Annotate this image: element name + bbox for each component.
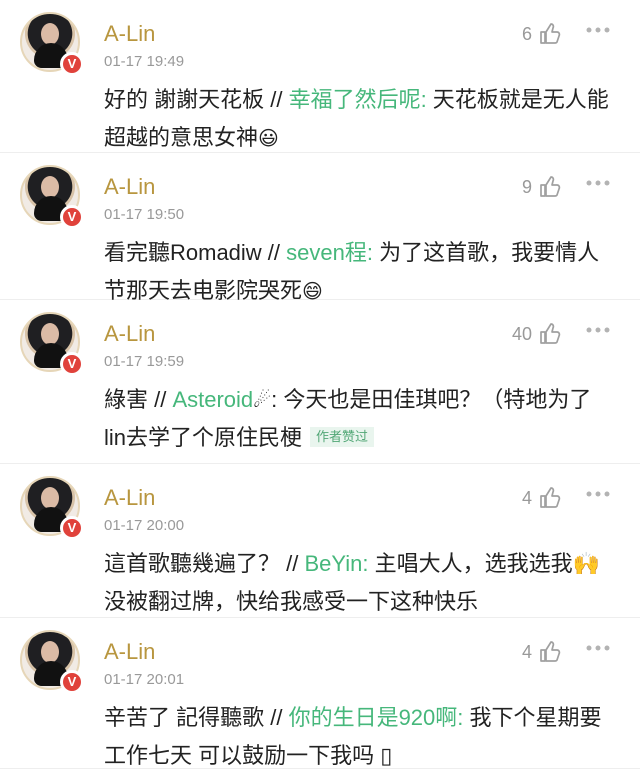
more-icon[interactable]: [584, 640, 612, 656]
comment-prefix: 綠害 //: [104, 387, 173, 412]
comment-item[interactable]: V A-Lin 01-17 20:00 4 這首歌聽幾遍了？ // BeYin:…: [0, 464, 640, 618]
username[interactable]: A-Lin: [104, 486, 155, 510]
avatar-face: [41, 176, 59, 198]
more-icon[interactable]: [584, 322, 612, 338]
username[interactable]: A-Lin: [104, 175, 155, 199]
thumbs-up-icon[interactable]: [538, 486, 562, 510]
username[interactable]: A-Lin: [104, 322, 155, 346]
more-icon[interactable]: [584, 22, 612, 38]
timestamp: 01-17 19:49: [104, 53, 185, 70]
like-count: 4: [521, 488, 532, 508]
more-icon[interactable]: [584, 486, 612, 502]
mention-link[interactable]: seven程:: [286, 240, 373, 265]
avatar-face: [41, 487, 59, 509]
username[interactable]: A-Lin: [104, 22, 155, 46]
avatar-face: [41, 323, 59, 345]
thumbs-up-icon[interactable]: [538, 640, 562, 664]
comment-feed: V A-Lin 01-17 19:49 6 好的 謝謝天花板 // 幸福了然后呢…: [0, 0, 640, 769]
thumbs-up-icon[interactable]: [538, 175, 562, 199]
comet-icon: ☄: [253, 388, 272, 412]
like-count: 9: [521, 177, 532, 197]
verified-badge-icon: V: [60, 670, 84, 694]
mention-link[interactable]: BeYin:: [304, 551, 368, 576]
comment-prefix: 辛苦了 記得聽歌 //: [104, 705, 289, 730]
timestamp: 01-17 20:01: [104, 671, 185, 688]
comment-item[interactable]: V A-Lin 01-17 20:01 4 辛苦了 記得聽歌 // 你的生日是9…: [0, 618, 640, 769]
comment-text: 看完聽Romadiw // seven程: 为了这首歌，我要情人节那天去电影院哭…: [104, 234, 612, 310]
mention-link[interactable]: 幸福了然后呢:: [289, 87, 427, 112]
username[interactable]: A-Lin: [104, 640, 155, 664]
more-icon[interactable]: [584, 175, 612, 191]
author-liked-badge: 作者赞过: [310, 427, 375, 447]
like-count: 4: [521, 642, 532, 662]
comment-item[interactable]: V A-Lin 01-17 19:50 9 看完聽Romadiw // seve…: [0, 153, 640, 303]
comment-item[interactable]: V A-Lin 01-17 19:49 6 好的 謝謝天花板 // 幸福了然后呢…: [0, 0, 640, 153]
comment-text: 好的 謝謝天花板 // 幸福了然后呢: 天花板就是无人能超越的意思女神😃: [104, 81, 612, 157]
like-count: 6: [521, 24, 532, 44]
timestamp: 01-17 20:00: [104, 517, 185, 534]
comment-item[interactable]: V A-Lin 01-17 19:59 40 綠害 // Asteroid☄: …: [0, 300, 640, 464]
emoji-icon: 😃: [258, 126, 279, 150]
avatar-face: [41, 641, 59, 663]
comment-text: 辛苦了 記得聽歌 // 你的生日是920啊: 我下个星期要工作七天 可以鼓励一下…: [104, 699, 612, 775]
like-count: 40: [511, 324, 532, 344]
comment-text: 這首歌聽幾遍了？ // BeYin: 主唱大人，选我选我🙌没被翻过牌，快给我感受…: [104, 545, 612, 621]
avatar-face: [41, 23, 59, 45]
verified-badge-icon: V: [60, 205, 84, 229]
verified-badge-icon: V: [60, 352, 84, 376]
timestamp: 01-17 19:50: [104, 206, 185, 223]
thumbs-up-icon[interactable]: [538, 322, 562, 346]
comment-prefix: 看完聽Romadiw //: [104, 240, 287, 265]
comment-prefix: 好的 謝謝天花板 //: [104, 87, 289, 112]
verified-badge-icon: V: [60, 52, 84, 76]
timestamp: 01-17 19:59: [104, 353, 185, 370]
comment-text: 綠害 // Asteroid☄: 今天也是田佳琪吧？（特地为了lin去学了个原住…: [104, 381, 612, 457]
verified-badge-icon: V: [60, 516, 84, 540]
mention-link[interactable]: Asteroid: [172, 387, 253, 412]
thumbs-up-icon[interactable]: [538, 22, 562, 46]
comment-prefix: 這首歌聽幾遍了？ //: [104, 551, 305, 576]
mention-link[interactable]: 你的生日是920啊:: [289, 705, 464, 730]
